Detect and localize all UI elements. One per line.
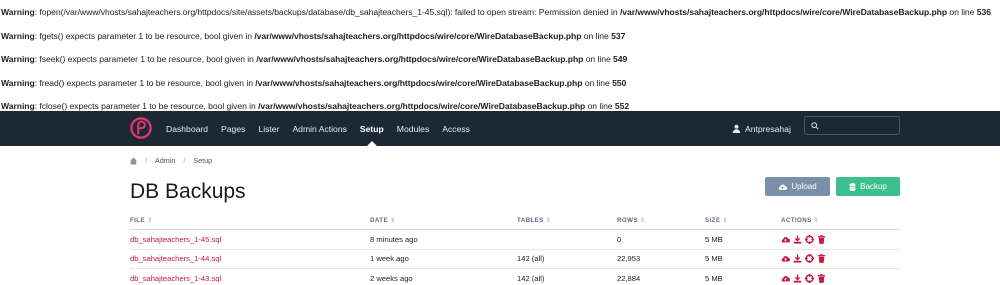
user-icon	[732, 124, 741, 133]
tables-cell: 142 (all)	[517, 254, 545, 264]
rows-cell: 22,884	[617, 273, 641, 283]
trash-icon[interactable]	[817, 234, 826, 244]
warning-line: Warning: fclose() expects parameter 1 to…	[1, 101, 630, 111]
trash-icon[interactable]	[817, 273, 826, 283]
upload-button[interactable]: Upload	[765, 177, 830, 196]
restore-icon[interactable]	[805, 234, 814, 244]
column-header-actions[interactable]: ACTIONS ⇕	[781, 217, 900, 224]
warning-line: Warning: fopen(/var/www/vhosts/sahajteac…	[1, 7, 991, 17]
warning-line: Warning: fgets() expects parameter 1 to …	[1, 31, 626, 41]
backup-button[interactable]: Backup	[836, 177, 900, 196]
cloud-upload-icon[interactable]	[781, 254, 790, 263]
tables-cell: 142 (all)	[517, 273, 545, 283]
backups-table: FILE ⇕ DATE ⇕ TABLES ⇕ ROWS ⇕ SIZE ⇕ ACTIONS ⇕…	[130, 212, 900, 285]
cloud-upload-icon[interactable]	[781, 235, 790, 244]
nav-item-setup[interactable]: Setup	[360, 111, 384, 146]
table-header: FILE ⇕ DATE ⇕ TABLES ⇕ ROWS ⇕ SIZE ⇕ ACTIONS ⇕	[130, 212, 900, 230]
date-cell: 2 weeks ago	[370, 273, 413, 283]
nav-item-modules[interactable]: Modules	[397, 111, 429, 146]
search-input[interactable]	[823, 121, 893, 130]
table-row: db_sahajteachers_1-45.sql 8 minutes ago …	[130, 230, 900, 250]
nav-item-admin-actions[interactable]: Admin Actions	[292, 111, 346, 146]
search-box[interactable]	[804, 116, 900, 135]
nav-item-dashboard[interactable]: Dashboard	[166, 111, 208, 146]
download-icon[interactable]	[793, 274, 802, 283]
row-actions	[781, 234, 900, 244]
page-title: DB Backups	[130, 180, 246, 203]
sort-icon: ⇕	[639, 217, 646, 224]
search-icon	[811, 121, 819, 130]
breadcrumb-separator: /	[183, 156, 186, 165]
restore-icon[interactable]	[805, 254, 814, 264]
table-row: db_sahajteachers_1-44.sql 1 week ago 142…	[130, 250, 900, 269]
column-header-rows[interactable]: ROWS ⇕	[617, 217, 705, 224]
nav-item-access[interactable]: Access	[442, 111, 470, 146]
column-header-date[interactable]: DATE ⇕	[370, 217, 517, 224]
backup-button-label: Backup	[860, 182, 887, 191]
upload-button-label: Upload	[791, 182, 817, 191]
size-cell: 5 MB	[705, 234, 723, 244]
rows-cell: 0	[617, 234, 622, 244]
file-link[interactable]: db_sahajteachers_1-45.sql	[130, 235, 370, 244]
download-icon[interactable]	[793, 235, 802, 244]
cloud-upload-icon	[778, 184, 788, 190]
sort-icon: ⇕	[147, 217, 153, 224]
trash-icon[interactable]	[817, 254, 826, 264]
nav-item-lister[interactable]: Lister	[258, 111, 279, 146]
warning-line: Warning: fseek() expects parameter 1 to …	[1, 54, 628, 64]
nav-item-pages[interactable]: Pages	[221, 111, 245, 146]
sort-icon: ⇕	[813, 217, 820, 224]
warning-line: Warning: fread() expects parameter 1 to …	[1, 78, 627, 88]
file-link[interactable]: db_sahajteachers_1-43.sql	[130, 274, 370, 283]
column-header-size[interactable]: SIZE ⇕	[705, 217, 781, 224]
sort-icon: ⇕	[545, 217, 552, 224]
breadcrumb-separator: /	[145, 156, 147, 165]
breadcrumb: / Admin / Setup	[130, 156, 212, 165]
database-icon	[849, 182, 856, 191]
home-icon[interactable]	[130, 157, 137, 165]
table-row: db_sahajteachers_1-43.sql 2 weeks ago 14…	[130, 269, 900, 285]
row-actions	[781, 273, 900, 283]
column-header-file[interactable]: FILE ⇕	[130, 217, 370, 224]
main-nav: Dashboard Pages Lister Admin Actions Set…	[166, 111, 483, 146]
breadcrumb-setup[interactable]: Setup	[193, 156, 212, 165]
cloud-upload-icon[interactable]	[781, 274, 790, 283]
date-cell: 1 week ago	[370, 254, 409, 264]
restore-icon[interactable]	[805, 273, 814, 283]
date-cell: 8 minutes ago	[370, 234, 418, 244]
size-cell: 5 MB	[705, 273, 723, 283]
size-cell: 5 MB	[705, 254, 723, 264]
breadcrumb-admin[interactable]: Admin	[155, 156, 175, 165]
user-name: Antpresahaj	[745, 123, 791, 134]
user-menu[interactable]: Antpresahaj	[732, 111, 791, 146]
rows-cell: 22,953	[617, 254, 641, 264]
row-actions	[781, 254, 900, 264]
column-header-tables[interactable]: TABLES ⇕	[517, 217, 617, 224]
sort-icon: ⇕	[722, 217, 728, 224]
file-link[interactable]: db_sahajteachers_1-44.sql	[130, 254, 370, 263]
processwire-logo-icon[interactable]	[130, 117, 152, 139]
download-icon[interactable]	[793, 254, 802, 263]
sort-icon: ⇕	[389, 217, 396, 224]
